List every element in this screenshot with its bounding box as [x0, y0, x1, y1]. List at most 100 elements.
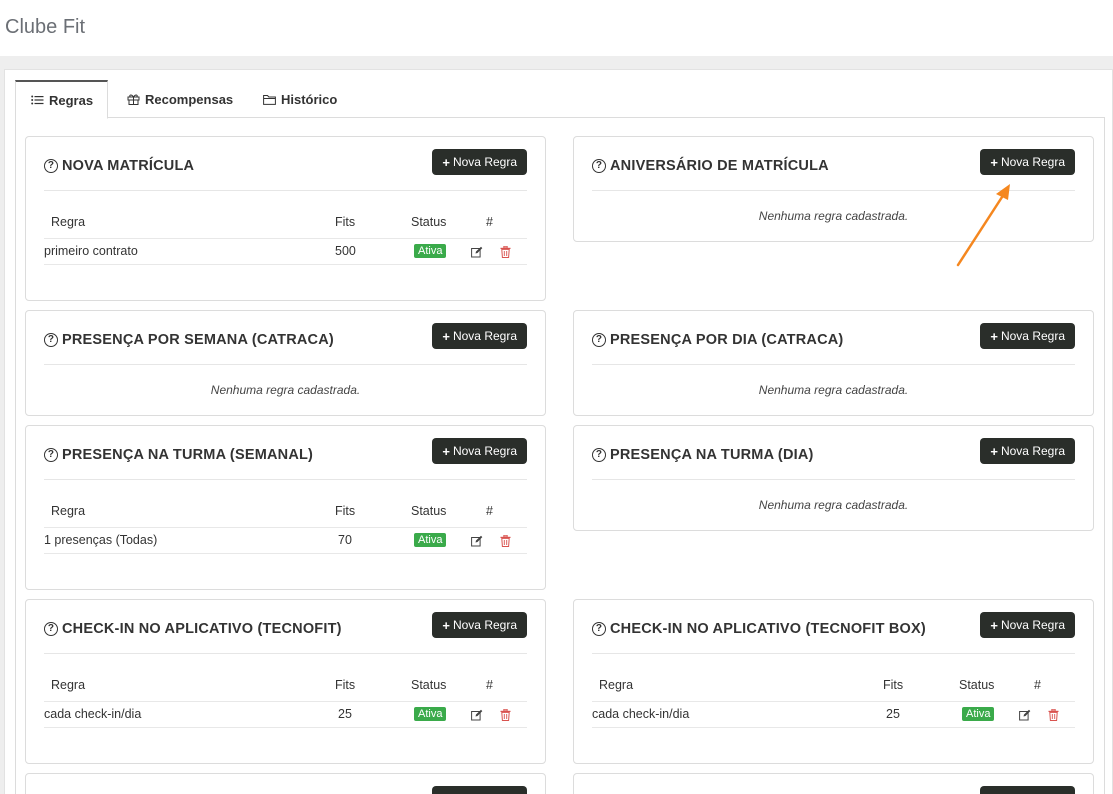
- card-title-text: CHECK-IN NO APLICATIVO (TECNOFIT): [62, 621, 342, 637]
- new-rule-button[interactable]: +Nova Regra: [980, 323, 1075, 349]
- new-rule-label: Nova Regra: [452, 329, 517, 343]
- column-header-status: Status: [411, 678, 447, 692]
- empty-state-text: Nenhuma regra cadastrada.: [210, 383, 361, 397]
- column-header-fits: Fits: [335, 215, 356, 229]
- column-header-rule: Regra: [51, 678, 86, 692]
- tab-label: Histórico: [281, 91, 338, 107]
- rule-card-nova-matricula: ? NOVA MATRÍCULA + Nova Regra Regra Fits S…: [25, 136, 546, 301]
- rule-name: primeiro contrato: [44, 244, 138, 258]
- page-title: Clube Fit: [5, 16, 86, 38]
- annotation-arrow-icon: [956, 184, 1010, 267]
- tab-label: Regras: [49, 92, 94, 108]
- tab-label: Recompensas: [145, 91, 234, 107]
- new-rule-label: Nova Regra: [1000, 444, 1065, 458]
- rule-card-presenca-turma-semanal: ? PRESENÇA NA TURMA (SEMANAL) + Nova Regra…: [25, 425, 546, 590]
- empty-state-text: Nenhuma regra cadastrada.: [758, 383, 909, 397]
- main-panel: Regras Recompensas Histórico ? NOVA MATRÍ…: [4, 69, 1113, 794]
- list-icon: [30, 94, 44, 106]
- divider: [592, 727, 1075, 728]
- plus-icon: +: [990, 617, 998, 633]
- rule-fits: 25: [886, 707, 900, 721]
- plus-icon: +: [442, 154, 450, 170]
- rule-card-partial: +Nova Regra: [573, 773, 1094, 794]
- plus-icon: +: [990, 443, 998, 459]
- tab-recompensas[interactable]: Recompensas: [112, 80, 247, 118]
- rule-fits: 25: [338, 707, 352, 721]
- help-icon[interactable]: ?: [592, 448, 606, 462]
- trash-icon[interactable]: [500, 708, 511, 721]
- help-icon[interactable]: ?: [44, 622, 58, 636]
- status-badge: Ativa: [414, 707, 447, 721]
- status-badge: Ativa: [414, 533, 447, 547]
- rule-card-checkin-tecnofit: ? CHECK-IN NO APLICATIVO (TECNOFIT) + Nova…: [25, 599, 546, 764]
- card-title: ? PRESENÇA POR SEMANA (CATRACA): [44, 332, 334, 348]
- help-icon[interactable]: ?: [592, 333, 606, 347]
- trash-icon[interactable]: [500, 245, 511, 258]
- tab-regras[interactable]: Regras: [15, 80, 109, 119]
- column-header-status: Status: [411, 215, 447, 229]
- column-header-status: Status: [959, 678, 995, 692]
- status-badge: Ativa: [962, 707, 995, 721]
- column-header-rule: Regra: [51, 504, 86, 518]
- tab-historico[interactable]: Histórico: [248, 80, 351, 118]
- help-icon[interactable]: ?: [592, 159, 606, 173]
- help-icon[interactable]: ?: [44, 159, 58, 173]
- new-rule-button[interactable]: +Nova Regra: [432, 149, 527, 175]
- divider: [44, 238, 527, 239]
- card-title: ? CHECK-IN NO APLICATIVO (TECNOFIT BOX): [592, 621, 926, 637]
- new-rule-label: Nova Regra: [452, 444, 517, 458]
- help-icon[interactable]: ?: [592, 622, 606, 636]
- divider: [592, 701, 1075, 702]
- tab-bar: Regras Recompensas Histórico: [15, 80, 1105, 119]
- new-rule-button[interactable]: +Nova Regra: [980, 612, 1075, 638]
- new-rule-button[interactable]: +Nova Regra: [980, 786, 1075, 794]
- divider: [44, 527, 527, 528]
- plus-icon: +: [442, 617, 450, 633]
- divider: [44, 479, 527, 480]
- column-header-rule: Regra: [51, 215, 86, 229]
- divider: [44, 701, 527, 702]
- column-header-actions: #: [1034, 678, 1041, 692]
- help-icon[interactable]: ?: [44, 333, 58, 347]
- card-title-text: PRESENÇA NA TURMA (SEMANAL): [62, 447, 314, 463]
- new-rule-button[interactable]: +Nova Regra: [980, 438, 1075, 464]
- rule-card-presenca-dia-catraca: ? PRESENÇA POR DIA (CATRACA) + Nova Regra …: [573, 310, 1094, 416]
- plus-icon: +: [990, 154, 998, 170]
- new-rule-label: Nova Regra: [452, 618, 517, 632]
- card-title-text: NOVA MATRÍCULA: [62, 158, 195, 174]
- new-rule-label: Nova Regra: [1000, 329, 1065, 343]
- edit-icon[interactable]: [471, 708, 483, 721]
- plus-icon: +: [442, 443, 450, 459]
- rule-card-presenca-turma-dia: ? PRESENÇA NA TURMA (DIA) + Nova Regra Nen…: [573, 425, 1094, 531]
- rule-card-presenca-semana-catraca: ? PRESENÇA POR SEMANA (CATRACA) + Nova Reg…: [25, 310, 546, 416]
- edit-icon[interactable]: [471, 534, 483, 547]
- folder-icon: [262, 93, 276, 105]
- card-title: ? PRESENÇA NA TURMA (DIA): [592, 447, 814, 463]
- divider: [44, 553, 527, 554]
- rule-fits: 70: [338, 533, 352, 547]
- divider: [592, 479, 1075, 480]
- divider: [592, 364, 1075, 365]
- column-header-status: Status: [411, 504, 447, 518]
- trash-icon[interactable]: [500, 534, 511, 547]
- new-rule-button[interactable]: +Nova Regra: [432, 438, 527, 464]
- column-header-fits: Fits: [335, 504, 356, 518]
- trash-icon[interactable]: [1048, 708, 1059, 721]
- new-rule-button[interactable]: +Nova Regra: [432, 323, 527, 349]
- help-icon[interactable]: ?: [44, 448, 58, 462]
- edit-icon[interactable]: [471, 245, 483, 258]
- rule-card-partial: +Nova Regra: [25, 773, 546, 794]
- rule-name: 1 presenças (Todas): [44, 533, 158, 547]
- plus-icon: +: [990, 328, 998, 344]
- divider: [44, 264, 527, 265]
- new-rule-button[interactable]: +Nova Regra: [980, 149, 1075, 175]
- new-rule-button[interactable]: +Nova Regra: [432, 612, 527, 638]
- rule-card-checkin-tecnofit-box: ? CHECK-IN NO APLICATIVO (TECNOFIT BOX) +…: [573, 599, 1094, 764]
- edit-icon[interactable]: [1019, 708, 1031, 721]
- new-rule-button[interactable]: +Nova Regra: [432, 786, 527, 794]
- column-header-rule: Regra: [599, 678, 634, 692]
- divider: [44, 653, 527, 654]
- rule-fits: 500: [335, 244, 356, 258]
- card-title: ? CHECK-IN NO APLICATIVO (TECNOFIT): [44, 621, 342, 637]
- new-rule-label: Nova Regra: [452, 155, 517, 169]
